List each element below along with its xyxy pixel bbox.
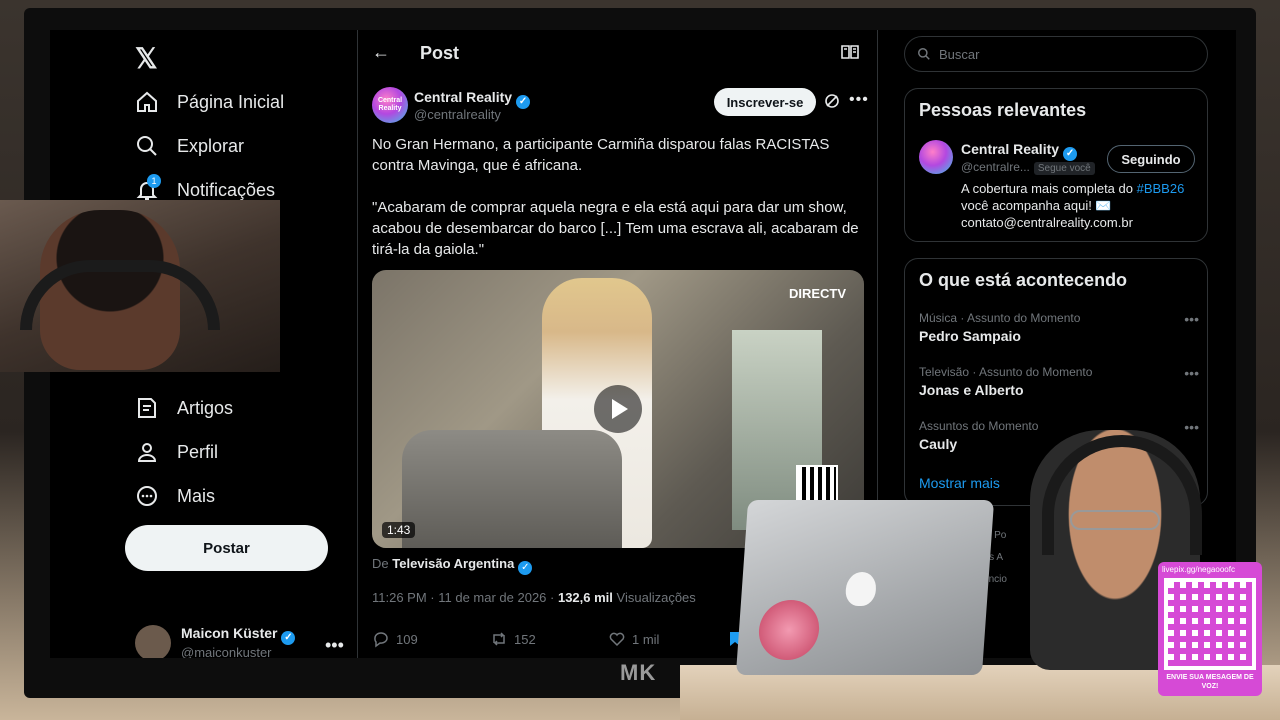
video-duration: 1:43 (382, 522, 416, 538)
following-button[interactable]: Seguindo (1107, 145, 1195, 173)
more-options-icon[interactable]: ••• (1184, 311, 1199, 327)
search-icon (918, 48, 930, 60)
person-name[interactable]: Central Reality ✓ (961, 141, 1078, 161)
reader-mode-icon[interactable] (841, 44, 859, 60)
show-more-link[interactable]: Mostrar mais (919, 475, 1000, 491)
back-arrow-icon[interactable]: ← (372, 42, 390, 63)
verified-icon: ✓ (1063, 147, 1078, 161)
follows-you-badge: Segue você (1033, 162, 1095, 175)
nav-notifications[interactable]: 1 Notificações (135, 174, 276, 202)
post-button[interactable]: Postar (125, 525, 328, 571)
qr-url: livepix.gg/negaooofc (1162, 565, 1235, 574)
play-button-icon[interactable] (594, 385, 642, 433)
reply-icon (374, 632, 388, 648)
notification-badge: 1 (147, 174, 161, 188)
grok-icon[interactable] (824, 93, 840, 109)
post-text: No Gran Hermano, a participante Carmiña … (372, 136, 859, 258)
trend-meta: Assuntos do Momento (919, 419, 1039, 433)
views-label: Visualizações (616, 590, 696, 605)
laptop (735, 500, 995, 675)
author-handle[interactable]: @centralreality (414, 107, 501, 122)
apple-logo-icon (844, 572, 878, 606)
trend-meta: Televisão · Assunto do Momento (919, 365, 1093, 379)
video-source: De Televisão Argentina ✓ (372, 556, 533, 575)
trend-item[interactable]: Música · Assunto do Momento Pedro Sampai… (919, 311, 1199, 344)
webcam-left (0, 200, 280, 372)
repost-count: 152 (514, 631, 536, 647)
views-count: 132,6 mil (557, 590, 613, 605)
sticker (756, 600, 822, 660)
qr-caption: ENVIE SUA MESAGEM DE VOZ! (1166, 674, 1254, 690)
relevant-people-title: Pessoas relevantes (919, 100, 1087, 120)
home-icon (137, 91, 157, 112)
heart-icon (609, 632, 625, 647)
article-icon (138, 398, 156, 418)
trend-name: Pedro Sampaio (919, 328, 1021, 344)
nav-profile[interactable]: Perfil (135, 440, 218, 464)
x-logo-icon[interactable]: 𝕏 (135, 42, 158, 75)
like-button[interactable]: 1 mil (608, 630, 726, 648)
page-title: Post (420, 43, 460, 63)
person-icon (137, 443, 157, 462)
trend-name: Jonas e Alberto (919, 382, 1024, 398)
nav-notifications-label: Notificações (177, 179, 276, 200)
search-placeholder: Buscar (939, 46, 980, 62)
nav-more[interactable]: Mais (135, 484, 215, 508)
person-handle: @centralre... Segue você (961, 160, 1095, 175)
hashtag-link[interactable]: #BBB26 (1137, 181, 1185, 196)
search-input[interactable]: Buscar (904, 36, 1208, 72)
post-meta: 11:26 PM · 11 de mar de 2026 · 132,6 mil… (372, 590, 696, 605)
more-options-icon[interactable]: ••• (849, 91, 869, 109)
verified-icon: ✓ (281, 631, 296, 645)
subscribe-button[interactable]: Inscrever-se (714, 88, 816, 116)
author-row: Central Reality Central Reality ✓ @centra… (372, 87, 869, 127)
nav-articles-label: Artigos (177, 397, 234, 418)
more-circle-icon (137, 486, 157, 506)
nav-home[interactable]: Página Inicial (135, 90, 284, 114)
avatar (135, 625, 171, 658)
avatar[interactable] (919, 140, 953, 174)
nav-explore-label: Explorar (177, 135, 245, 156)
author-avatar[interactable]: Central Reality (372, 87, 408, 123)
qr-code-icon (1164, 578, 1256, 670)
relevant-people-card: Pessoas relevantes Central Reality ✓ @cen… (904, 88, 1208, 242)
source-name[interactable]: Televisão Argentina (392, 556, 514, 571)
reply-button[interactable]: 109 (372, 630, 490, 648)
person-bio: A cobertura mais completa do #BBB26 você… (961, 181, 1185, 230)
trend-item[interactable]: Televisão · Assunto do Momento Jonas e A… (919, 365, 1199, 398)
account-more-icon[interactable]: ••• (325, 635, 344, 656)
post-timestamp[interactable]: 11:26 PM · 11 de mar de 2026 · (372, 590, 554, 605)
more-options-icon[interactable]: ••• (1184, 365, 1199, 381)
more-options-icon[interactable]: ••• (1184, 419, 1199, 435)
post-header: ← Post (358, 30, 877, 78)
directv-watermark: DIRECTV (788, 286, 846, 301)
source-prefix: De (372, 556, 389, 571)
nav-explore[interactable]: Explorar (135, 134, 244, 158)
repost-icon (493, 632, 505, 646)
stream-scene: 𝕏 Página Inicial Explorar 1 Notificações… (0, 0, 1280, 720)
livepix-qr-panel: livepix.gg/negaooofc ENVIE SUA MESAGEM D… (1158, 562, 1262, 696)
search-icon (137, 136, 157, 156)
nav-more-label: Mais (177, 485, 216, 506)
video-frame-dishes (402, 430, 622, 548)
stream-logo: MK (620, 660, 657, 685)
account-switcher[interactable]: Maicon Küster ✓ @maiconkuster (135, 625, 296, 658)
nav-articles[interactable]: Artigos (135, 396, 233, 420)
glasses (1070, 510, 1160, 530)
verified-icon: ✓ (516, 95, 531, 109)
like-count: 1 mil (632, 631, 660, 647)
trends-title: O que está acontecendo (919, 270, 1128, 290)
trend-meta: Música · Assunto do Momento (919, 311, 1081, 325)
repost-button[interactable]: 152 (490, 630, 608, 648)
nav-home-label: Página Inicial (177, 91, 285, 112)
nav-profile-label: Perfil (177, 441, 219, 462)
account-name: Maicon Küster ✓ (181, 625, 296, 645)
account-handle: @maiconkuster (181, 645, 272, 658)
verified-icon: ✓ (518, 561, 533, 575)
author-name[interactable]: Central Reality ✓ (414, 89, 531, 109)
reply-count: 109 (396, 631, 418, 647)
